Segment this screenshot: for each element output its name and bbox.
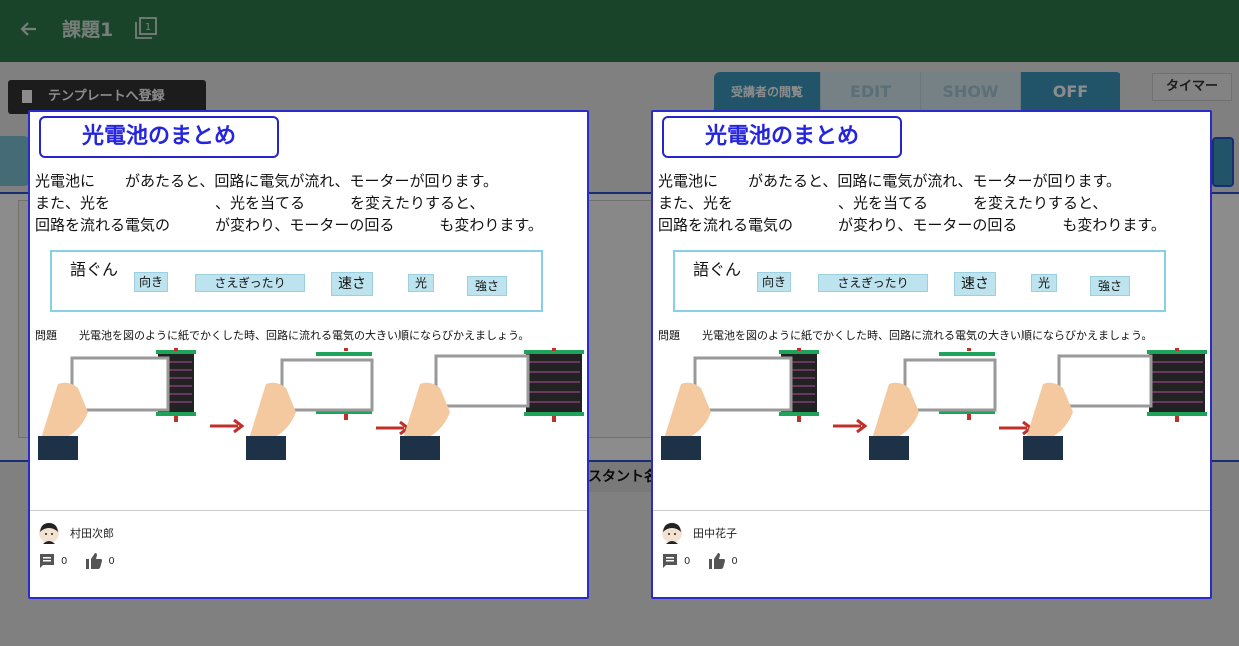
worksheet-title: 光電池のまとめ [662, 116, 902, 158]
panel-figure-2 [869, 348, 997, 460]
solar-panel-illustration [661, 348, 1207, 460]
comment-count: 0 [61, 555, 68, 567]
word-chip[interactable]: 向き [757, 272, 791, 292]
word-chip[interactable]: 向き [134, 272, 168, 292]
submission-card[interactable]: 光電池のまとめ 光電池に があたると、回路に電気が流れ、モーターが回ります。 ま… [28, 110, 589, 599]
word-box: 語ぐん 向き さえぎったり 速さ 光 強さ [673, 250, 1166, 312]
word-box-label: 語ぐん [70, 260, 119, 279]
arrow-1 [833, 418, 868, 434]
like-count: 0 [108, 555, 115, 567]
card-stats: 0 0 [661, 550, 756, 572]
question-label: 問題 [658, 329, 680, 342]
question-label: 問題 [35, 329, 57, 342]
arrow-1 [210, 418, 245, 434]
worksheet-title: 光電池のまとめ [39, 116, 279, 158]
panel-figure-2 [246, 348, 374, 460]
panel-figure-1 [38, 348, 196, 460]
author: 田中花子 [661, 520, 737, 546]
arrow-2 [376, 420, 411, 436]
solar-panel-illustration [38, 348, 584, 460]
word-chip[interactable]: さえぎったり [195, 274, 305, 292]
like-count: 0 [731, 555, 738, 567]
avatar-icon [662, 523, 682, 544]
comment-icon[interactable] [38, 552, 56, 570]
question: 問題 光電池を図のように紙でかくした時、回路に流れる電気の大きい順にならびかえまし… [35, 327, 529, 343]
worksheet-line: 光電池に があたると、回路に電気が流れ、モーターが回ります。 [35, 172, 499, 190]
worksheet-line: 光電池に があたると、回路に電気が流れ、モーターが回ります。 [658, 172, 1122, 190]
comment-count: 0 [684, 555, 691, 567]
word-chip[interactable]: 速さ [954, 272, 996, 296]
author-name: 田中花子 [693, 527, 737, 540]
thumbs-up-icon[interactable] [85, 552, 103, 570]
question: 問題 光電池を図のように紙でかくした時、回路に流れる電気の大きい順にならびかえまし… [658, 327, 1152, 343]
word-chip[interactable]: 速さ [331, 272, 373, 296]
word-chip[interactable]: 強さ [467, 276, 507, 296]
avatar-icon [39, 523, 59, 544]
comment-icon[interactable] [661, 552, 679, 570]
panel-figure-3 [1023, 348, 1207, 460]
question-text: 光電池を図のように紙でかくした時、回路に流れる電気の大きい順にならびかえましょう… [79, 329, 530, 342]
author-name: 村田次郎 [70, 527, 114, 540]
word-chip[interactable]: 光 [408, 274, 434, 292]
submission-card[interactable]: 光電池のまとめ 光電池に があたると、回路に電気が流れ、モーターが回ります。 ま… [651, 110, 1212, 599]
worksheet-line: また、光を 、光を当てる を変えたりすると、 [35, 194, 485, 212]
card-stats: 0 0 [38, 550, 133, 572]
word-chip[interactable]: 光 [1031, 274, 1057, 292]
card-divider [30, 510, 587, 511]
word-box: 語ぐん 向き さえぎったり 速さ 光 強さ [50, 250, 543, 312]
card-divider [653, 510, 1210, 511]
word-box-label: 語ぐん [693, 260, 742, 279]
word-chip[interactable]: 強さ [1090, 276, 1130, 296]
arrow-2 [999, 420, 1034, 436]
worksheet-line: 回路を流れる電気の が変わり、モーターの回る も変わります。 [35, 216, 543, 234]
author: 村田次郎 [38, 520, 114, 546]
word-chip[interactable]: さえぎったり [818, 274, 928, 292]
worksheet: 光電池のまとめ 光電池に があたると、回路に電気が流れ、モーターが回ります。 ま… [30, 112, 587, 510]
panel-figure-3 [400, 348, 584, 460]
worksheet-line: 回路を流れる電気の が変わり、モーターの回る も変わります。 [658, 216, 1166, 234]
question-text: 光電池を図のように紙でかくした時、回路に流れる電気の大きい順にならびかえましょう… [702, 329, 1153, 342]
panel-figure-1 [661, 348, 819, 460]
worksheet-line: また、光を 、光を当てる を変えたりすると、 [658, 194, 1108, 212]
worksheet: 光電池のまとめ 光電池に があたると、回路に電気が流れ、モーターが回ります。 ま… [653, 112, 1210, 510]
thumbs-up-icon[interactable] [708, 552, 726, 570]
